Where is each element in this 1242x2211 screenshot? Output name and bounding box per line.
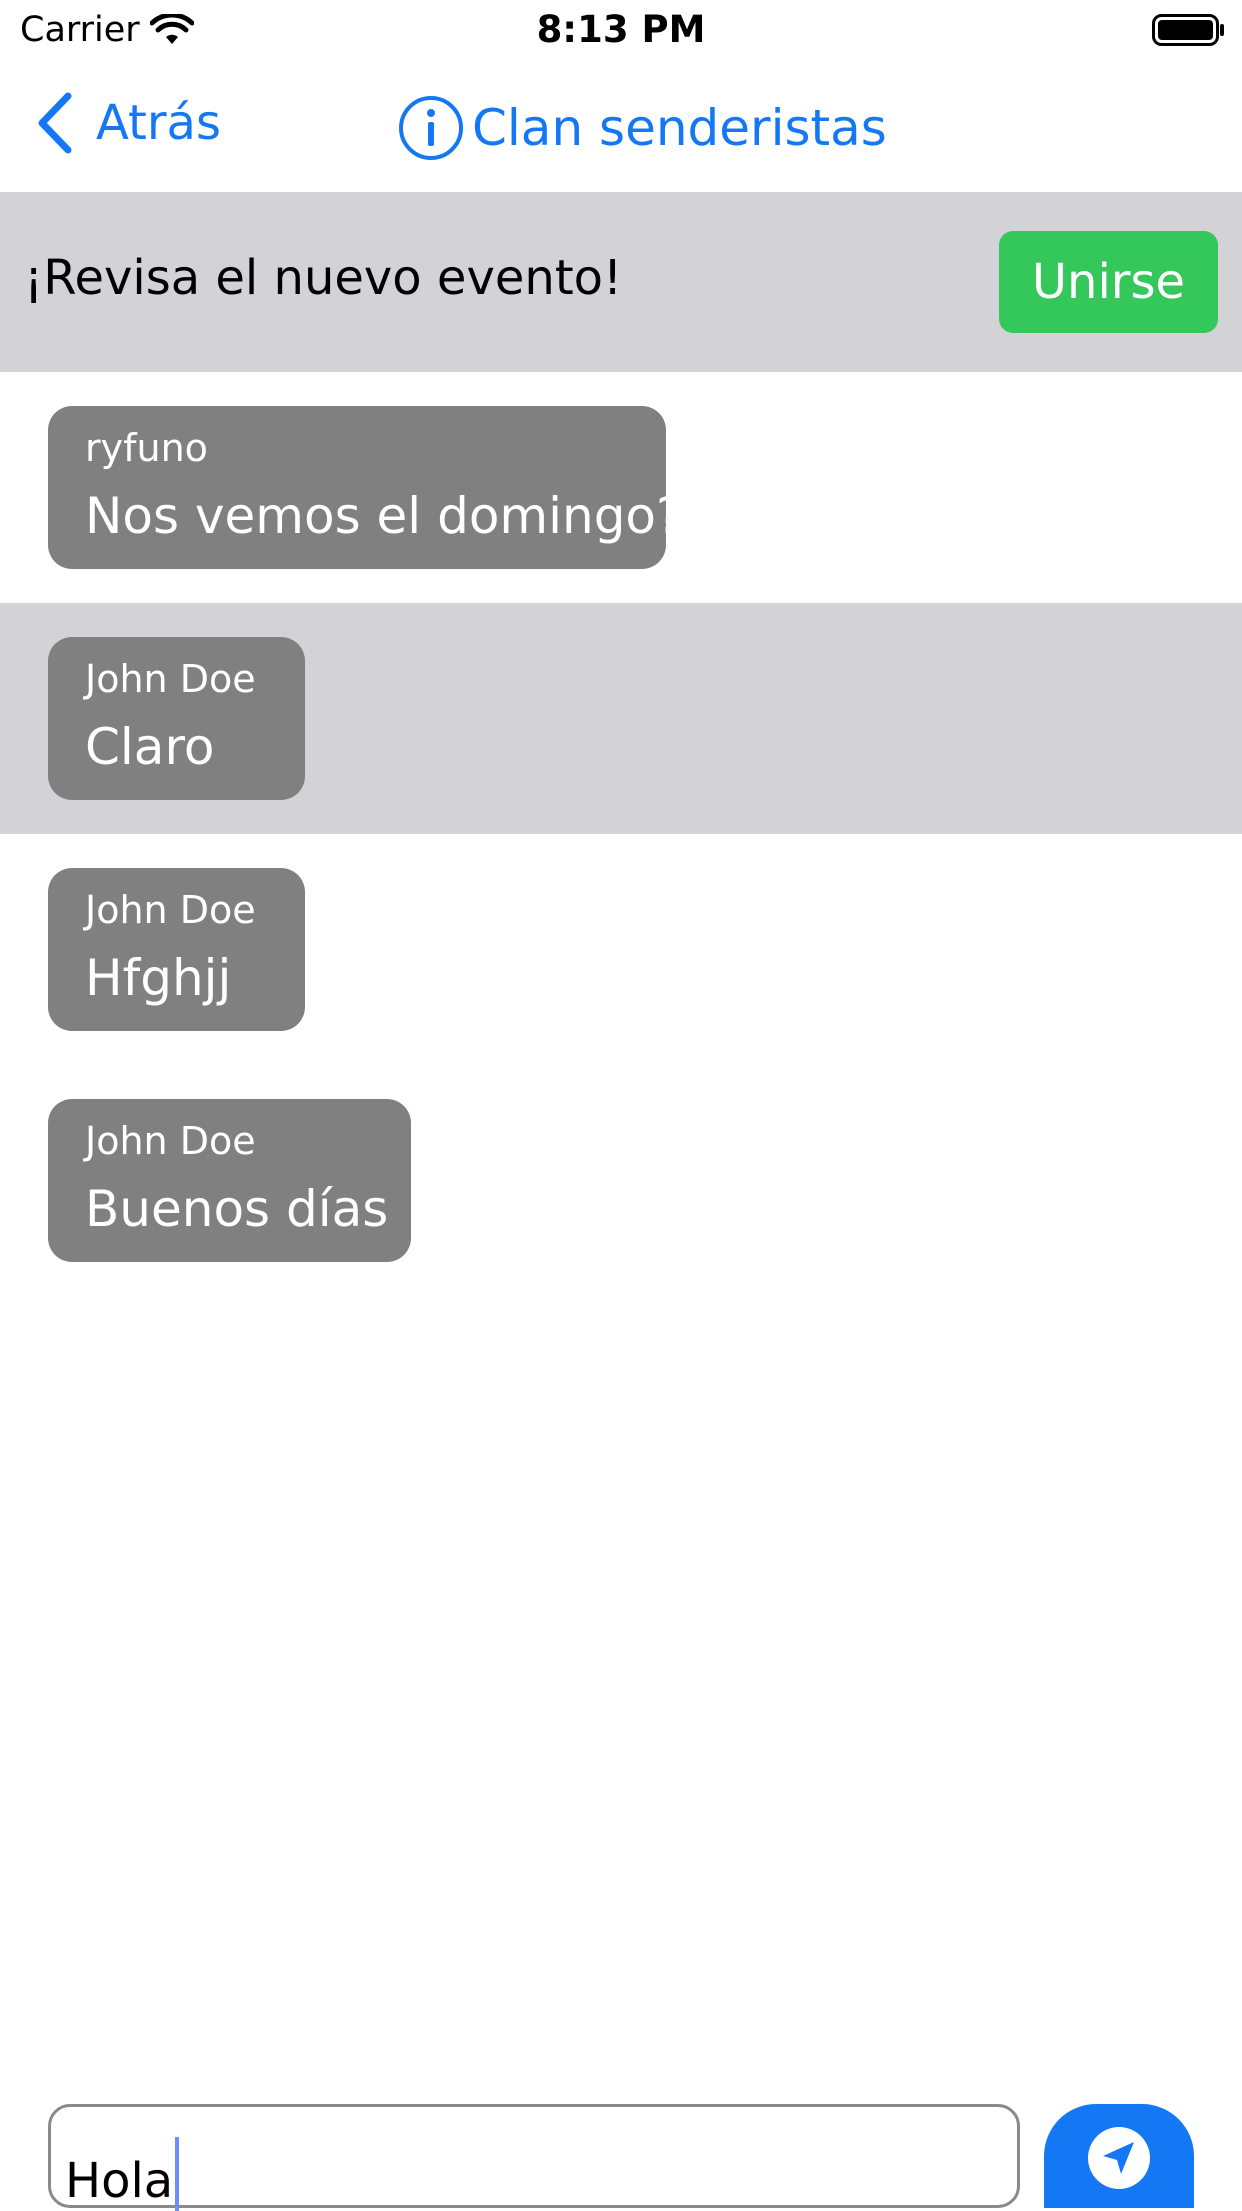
chat-info-button[interactable]: Clan senderistas — [398, 95, 887, 161]
message-sender: ryfuno — [85, 426, 208, 470]
chat-title: Clan senderistas — [472, 99, 887, 157]
message-text: Hfghjj — [85, 949, 232, 1007]
send-arrow-icon — [1088, 2127, 1150, 2189]
message-row[interactable]: John Doe Claro — [0, 603, 1242, 834]
event-banner-text: ¡Revisa el nuevo evento! — [24, 250, 623, 306]
message-bubble: ryfuno Nos vemos el domingo? — [48, 406, 683, 569]
back-label: Atrás — [96, 95, 221, 151]
message-text: Nos vemos el domingo? — [85, 487, 683, 545]
message-row[interactable]: John Doe Buenos días — [0, 1065, 1242, 1296]
join-button[interactable]: Unirse — [999, 231, 1218, 333]
back-button[interactable]: Atrás — [36, 92, 221, 154]
message-row[interactable]: John Doe Hfghjj — [0, 834, 1242, 1065]
info-circle-icon — [399, 96, 463, 160]
message-sender: John Doe — [85, 888, 256, 932]
message-sender: John Doe — [85, 1119, 256, 1163]
message-text: Claro — [85, 718, 215, 776]
message-row[interactable]: ryfuno Nos vemos el domingo? — [0, 372, 1242, 603]
chevron-left-icon — [38, 92, 72, 154]
message-bubble: John Doe Hfghjj — [48, 868, 305, 1031]
message-text: Buenos días — [85, 1180, 389, 1238]
battery-icon — [1152, 14, 1224, 46]
message-input[interactable]: Hola — [48, 2104, 1020, 2211]
text-caret — [175, 2137, 180, 2211]
send-button[interactable] — [1044, 2104, 1194, 2208]
message-bubble: John Doe Claro — [48, 637, 305, 800]
status-time: 8:13 PM — [536, 8, 706, 51]
message-bubble: John Doe Buenos días — [48, 1099, 411, 1262]
message-sender: John Doe — [85, 657, 256, 701]
status-bar: Carrier 8:13 PM — [0, 0, 1242, 62]
event-banner: ¡Revisa el nuevo evento! Unirse — [0, 192, 1242, 372]
navigation-bar: Atrás Clan senderistas — [0, 62, 1242, 192]
message-input-value: Hola — [65, 2153, 174, 2209]
